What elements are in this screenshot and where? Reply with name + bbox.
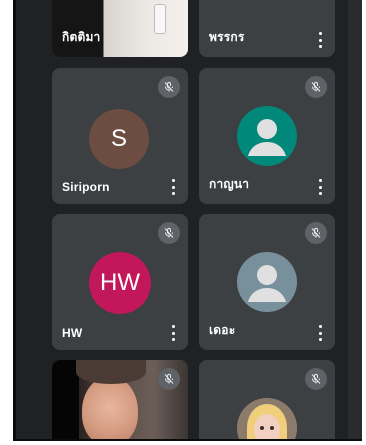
- avatar: HW: [89, 252, 151, 314]
- participant-tile-kanna[interactable]: กาญนา: [199, 68, 335, 204]
- participant-name: HW: [62, 326, 83, 340]
- participant-name: พรรกร: [209, 30, 245, 44]
- avatar: S: [89, 109, 149, 169]
- participant-tile-kittima[interactable]: กิตติมา: [52, 0, 188, 57]
- mic-off-icon: [158, 368, 180, 390]
- mic-off-icon: [305, 222, 327, 244]
- face-highlight: [82, 376, 138, 439]
- meeting-grid: กิตติมา พรรกร S Siriporn กาญนา HW HW เดอ…: [13, 0, 362, 441]
- participant-tile-video-2[interactable]: [199, 360, 335, 439]
- more-options-icon[interactable]: [170, 325, 176, 341]
- participant-name: กาญนา: [209, 177, 250, 191]
- phone-in-video: [154, 4, 166, 34]
- participant-tile-the[interactable]: เดอะ: [199, 214, 335, 350]
- mic-off-icon: [305, 368, 327, 390]
- more-options-icon[interactable]: [317, 179, 323, 195]
- participant-name: เดอะ: [209, 323, 236, 337]
- participant-name: Siriporn: [62, 180, 110, 194]
- more-options-icon[interactable]: [170, 179, 176, 195]
- mic-off-icon: [158, 222, 180, 244]
- person-icon: [237, 252, 297, 312]
- mic-off-icon: [305, 76, 327, 98]
- mic-off-icon: [158, 76, 180, 98]
- participant-tile-phanrakorn[interactable]: พรรกร: [199, 0, 335, 57]
- person-icon: [237, 106, 297, 166]
- participant-tile-video-1[interactable]: [52, 360, 188, 439]
- participant-tile-siriporn[interactable]: S Siriporn: [52, 68, 188, 204]
- hair: [76, 360, 146, 384]
- participant-name: กิตติมา: [62, 30, 101, 44]
- participant-tile-hw[interactable]: HW HW: [52, 214, 188, 350]
- scrollbar-track[interactable]: [348, 0, 362, 439]
- more-options-icon[interactable]: [317, 32, 323, 48]
- more-options-icon[interactable]: [317, 325, 323, 341]
